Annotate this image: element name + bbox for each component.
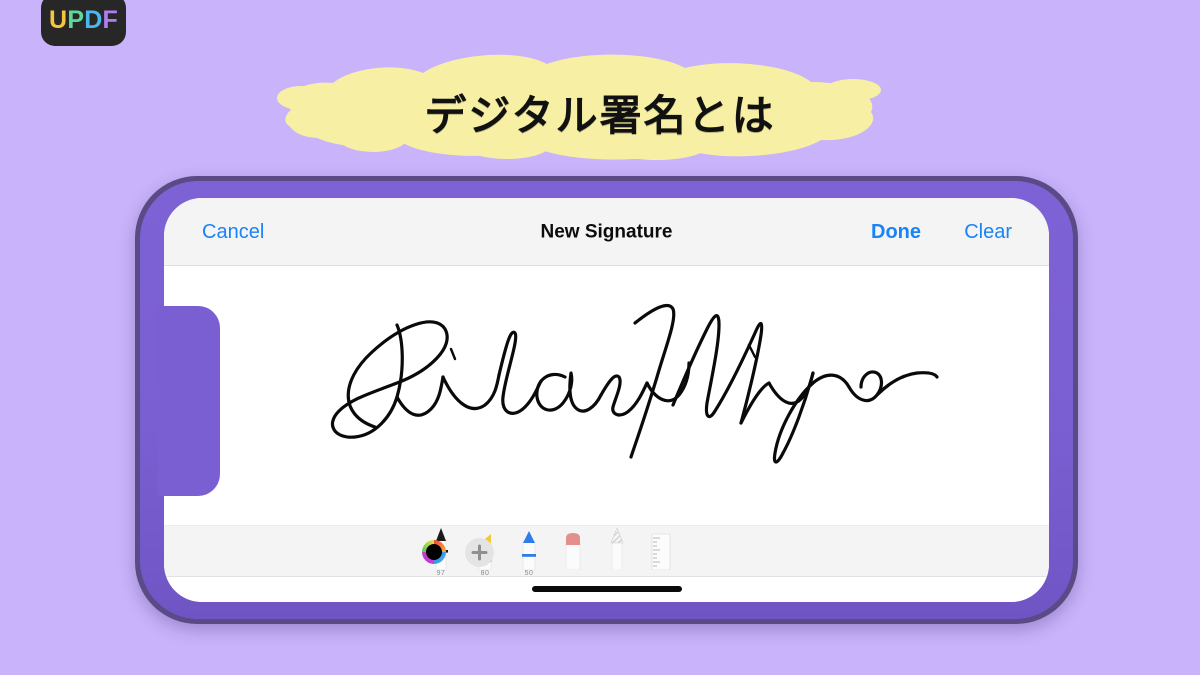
screenshot-canvas: UPDF デジタル署名とは Cancel New Signature Done: [0, 0, 1200, 675]
phone-screen: Cancel New Signature Done Clear 97 80 50: [164, 198, 1049, 602]
color-wheel-icon[interactable]: [419, 537, 449, 567]
page-title: デジタル署名とは: [424, 90, 776, 140]
tool-list: 97 80 50: [419, 526, 683, 578]
marker-icon: [522, 531, 536, 571]
updf-logo[interactable]: UPDF: [41, 0, 126, 46]
logo-letter-d: D: [84, 5, 103, 34]
logo-letter-f: F: [102, 5, 118, 34]
tool-palette: 97 80 50: [164, 525, 1049, 577]
highlighter-size: 80: [480, 570, 490, 577]
phone-mockup: Cancel New Signature Done Clear 97 80 50: [135, 176, 1078, 624]
color-controls: [419, 537, 494, 567]
title-banner: デジタル署名とは: [0, 52, 1200, 172]
signature-toolbar: Cancel New Signature Done Clear: [164, 198, 1049, 266]
eraser-icon: [565, 533, 581, 571]
tool-marker[interactable]: 50: [507, 526, 551, 578]
pencil-icon: [610, 527, 624, 571]
logo-letter-u: U: [49, 5, 68, 34]
pen-size: 97: [436, 570, 446, 577]
clear-button[interactable]: Clear: [964, 222, 1012, 242]
tool-eraser[interactable]: [551, 526, 595, 578]
signature-drawing: [331, 303, 939, 464]
updf-wordmark: UPDF: [49, 5, 118, 34]
phone-notch: [158, 306, 220, 496]
tool-ruler[interactable]: [639, 526, 683, 578]
logo-letter-p: P: [67, 5, 85, 34]
add-color-icon[interactable]: [465, 537, 494, 567]
ruler-icon: [651, 533, 671, 571]
done-button[interactable]: Done: [871, 222, 921, 242]
home-indicator-area: [164, 578, 1049, 602]
tool-pencil[interactable]: [595, 526, 639, 578]
home-indicator[interactable]: [531, 586, 682, 592]
signature-canvas[interactable]: [164, 267, 1049, 525]
marker-size: 50: [524, 570, 534, 577]
